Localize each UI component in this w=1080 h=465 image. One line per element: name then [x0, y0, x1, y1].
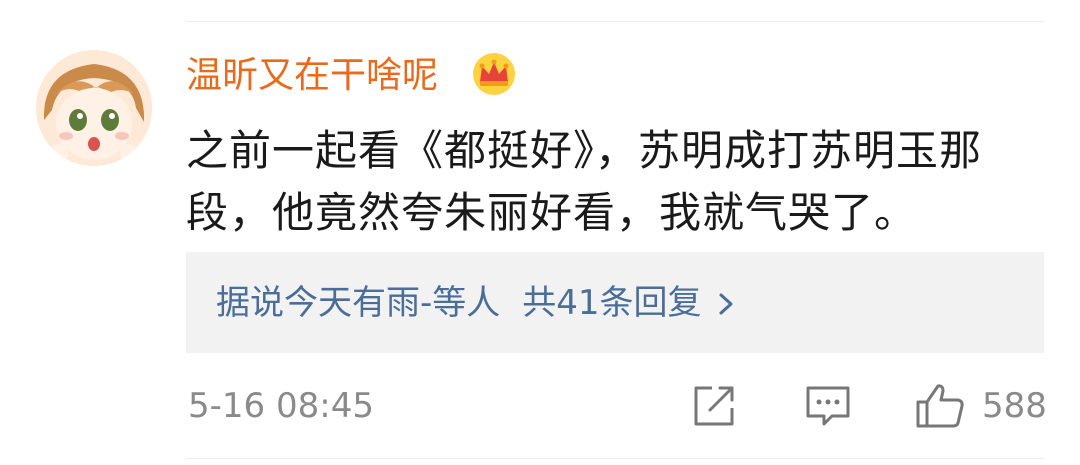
timestamp: 5-16 08:45 — [188, 386, 374, 426]
reply-count[interactable]: 共41条回复 — [522, 283, 701, 323]
username[interactable]: 温昕又在干啥呢 — [186, 52, 438, 100]
chevron-right-icon — [716, 282, 736, 315]
thumbs-up-icon[interactable] — [914, 382, 966, 430]
avatar[interactable] — [36, 50, 152, 166]
avatar-image — [36, 50, 152, 166]
comment-text: 之前一起看《都挺好》，苏明成打苏明玉那段，他竟然夸朱丽好看，我就气哭了。 — [186, 126, 983, 237]
reply-preview[interactable]: 据说今天有雨-等人 共41条回复 — [186, 252, 1044, 353]
like-count: 588 — [982, 386, 1047, 426]
reply-author[interactable]: 据说今天有雨-等人 — [216, 283, 500, 323]
share-icon[interactable] — [690, 382, 738, 430]
comment-icon[interactable] — [804, 382, 852, 430]
bottom-divider — [186, 458, 1044, 459]
top-divider — [186, 21, 1044, 22]
crown-icon — [470, 50, 518, 98]
reply-summary[interactable]: 据说今天有雨-等人 共41条回复 — [216, 280, 736, 326]
